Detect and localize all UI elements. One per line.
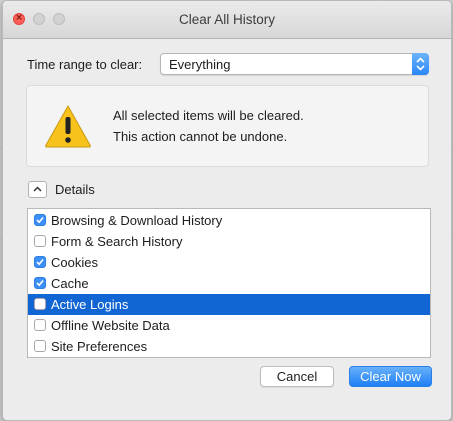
list-item[interactable]: Site Preferences <box>28 336 430 357</box>
time-range-value: Everything <box>169 57 231 72</box>
clear-history-dialog: × Clear All History Time range to clear:… <box>2 0 452 421</box>
warning-text-line1: All selected items will be cleared. <box>113 108 304 123</box>
checkbox[interactable] <box>34 235 46 247</box>
title-bar: × Clear All History <box>3 1 451 39</box>
list-item-label: Active Logins <box>51 297 129 312</box>
checkmark-icon <box>36 258 44 266</box>
list-item[interactable]: Cookies <box>28 252 430 273</box>
warning-icon <box>44 104 92 151</box>
zoom-button <box>53 13 65 25</box>
close-icon: × <box>15 13 23 23</box>
minimize-button <box>33 13 45 25</box>
warning-panel: All selected items will be cleared. This… <box>26 85 429 167</box>
time-range-select[interactable]: Everything <box>160 53 429 75</box>
checkmark-icon <box>36 216 44 224</box>
time-range-label: Time range to clear: <box>27 57 143 72</box>
list-item[interactable]: Offline Website Data <box>28 315 430 336</box>
window-title: Clear All History <box>178 12 276 27</box>
checkbox[interactable] <box>34 319 46 331</box>
close-button[interactable]: × <box>13 13 25 25</box>
warning-text-line2: This action cannot be undone. <box>113 129 288 144</box>
checkbox[interactable] <box>34 277 46 289</box>
checkmark-icon <box>36 279 44 287</box>
list-item[interactable]: Browsing & Download History <box>28 210 430 231</box>
list-item[interactable]: Cache <box>28 273 430 294</box>
list-item-label: Cookies <box>51 255 98 270</box>
chevron-up-icon <box>33 186 42 192</box>
details-label: Details <box>55 182 95 197</box>
checkbox[interactable] <box>34 298 46 310</box>
clear-now-button[interactable]: Clear Now <box>349 366 432 387</box>
list-item-label: Site Preferences <box>51 339 148 354</box>
list-item[interactable]: Active Logins <box>28 294 430 315</box>
list-item-label: Browsing & Download History <box>51 213 223 228</box>
cancel-button[interactable]: Cancel <box>260 366 334 387</box>
list-item-label: Cache <box>51 276 89 291</box>
history-items-list: Browsing & Download History Form & Search… <box>27 208 431 358</box>
list-item[interactable]: Form & Search History <box>28 231 430 252</box>
list-item-label: Offline Website Data <box>51 318 170 333</box>
select-arrows-icon <box>412 53 429 75</box>
list-item-label: Form & Search History <box>51 234 183 249</box>
checkbox[interactable] <box>34 256 46 268</box>
checkbox[interactable] <box>34 214 46 226</box>
details-toggle-button[interactable] <box>28 181 47 198</box>
checkbox[interactable] <box>34 340 46 352</box>
